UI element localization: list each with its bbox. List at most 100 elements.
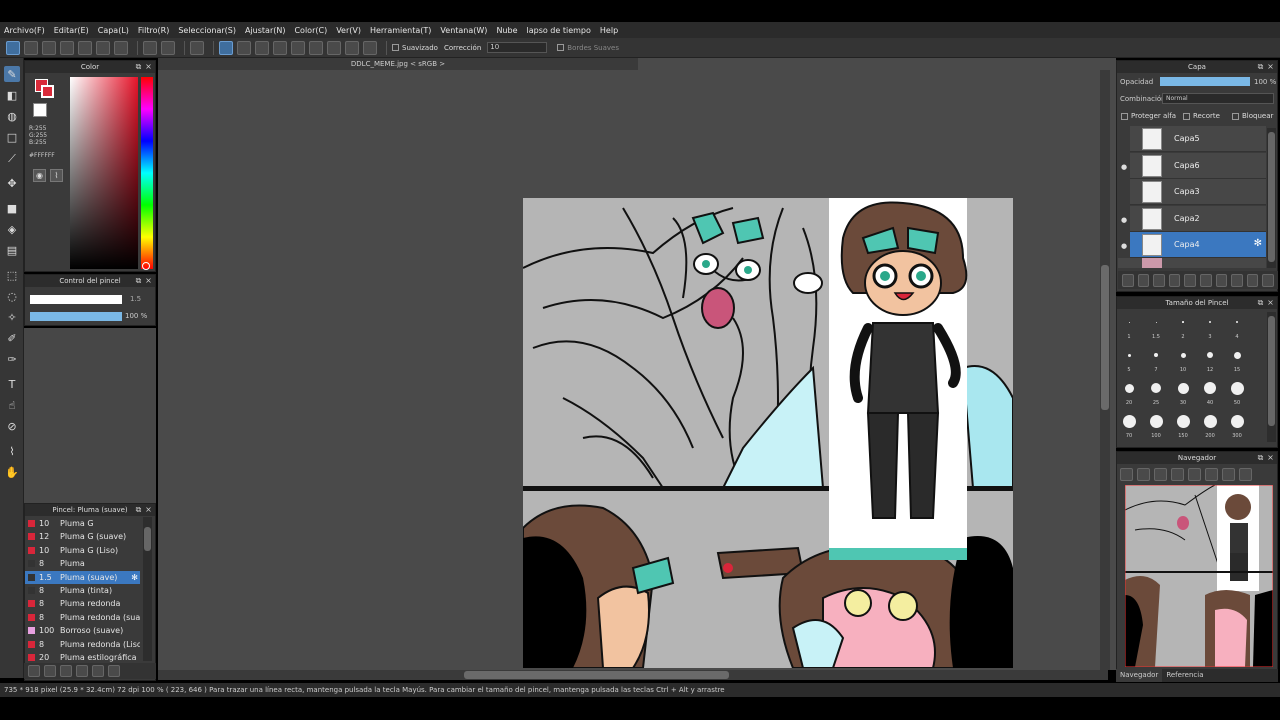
layer-row[interactable]: Capa2: [1130, 205, 1266, 232]
brush-list-item[interactable]: 10 Pluma G: [25, 517, 140, 530]
brush-size-dot[interactable]: [1233, 351, 1241, 359]
layers-icon[interactable]: [96, 40, 110, 55]
panel-close-icon[interactable]: ×: [1266, 62, 1275, 71]
hand-icon[interactable]: ✋: [4, 464, 20, 480]
rotate-right-icon[interactable]: [1222, 468, 1235, 481]
brush-list-item[interactable]: 8 Pluma redonda (suave: [25, 611, 140, 624]
gear-icon[interactable]: ✻: [131, 571, 138, 584]
vertical-scrollbar[interactable]: [1100, 70, 1110, 670]
tab-reference[interactable]: Referencia: [1162, 669, 1207, 682]
soft-edges-checkbox[interactable]: Bordes Suaves: [557, 44, 619, 52]
panel-close-icon[interactable]: ×: [144, 62, 153, 71]
protect-alpha-checkbox[interactable]: Proteger alfa: [1121, 112, 1176, 120]
operation-icon[interactable]: ☝: [4, 397, 20, 413]
brush-list-item[interactable]: 8 Pluma redonda: [25, 597, 140, 610]
select-eraser-icon[interactable]: ✑: [4, 351, 20, 367]
flip-icon[interactable]: [1239, 468, 1252, 481]
blend-mode-select[interactable]: Normal: [1162, 93, 1274, 104]
new-folder-icon[interactable]: [1199, 273, 1212, 287]
brush-size-scroll-thumb[interactable]: [1268, 316, 1275, 426]
move-icon[interactable]: ✥: [4, 175, 20, 191]
layer-visibility-icon[interactable]: ●: [1120, 163, 1128, 171]
gradient-icon[interactable]: ▤: [4, 242, 20, 258]
menu-color[interactable]: Color(C): [294, 26, 327, 35]
lasso-icon[interactable]: ◌: [4, 288, 20, 304]
menu-tool[interactable]: Herramienta(T): [370, 26, 431, 35]
panel-close-icon[interactable]: ×: [144, 505, 153, 514]
brush-size-dot[interactable]: [1128, 321, 1130, 323]
menu-help[interactable]: Help: [600, 26, 618, 35]
artwork-canvas[interactable]: [523, 198, 1013, 668]
correction-select[interactable]: 10: [487, 42, 548, 53]
panel-float-icon[interactable]: ⧉: [134, 276, 143, 285]
panel-float-icon[interactable]: ⧉: [134, 62, 143, 71]
brush-delete-icon[interactable]: [108, 665, 120, 677]
grid-snap-icon[interactable]: [273, 40, 287, 55]
menu-view[interactable]: Ver(V): [336, 26, 361, 35]
horizontal-scrollbar[interactable]: [158, 670, 1108, 680]
snap-off-icon[interactable]: [219, 40, 233, 55]
blur-icon[interactable]: ◍: [4, 108, 20, 124]
layer-clear-icon[interactable]: [1231, 273, 1243, 287]
new-layer-icon[interactable]: [1122, 273, 1134, 287]
circle-snap-icon[interactable]: [309, 40, 323, 55]
saturation-value-picker[interactable]: [70, 77, 138, 269]
brush-size-dot[interactable]: [1151, 383, 1161, 393]
pen-icon[interactable]: ✎: [4, 66, 20, 82]
export-icon[interactable]: [78, 40, 92, 55]
menu-cloud[interactable]: Nube: [496, 26, 517, 35]
redo-icon[interactable]: [161, 40, 175, 55]
menu-edit[interactable]: Editar(E): [54, 26, 89, 35]
brush-list-scroll-thumb[interactable]: [144, 527, 151, 551]
brush-size-dot[interactable]: [1180, 352, 1186, 358]
brush-list-item[interactable]: 8 Pluma redonda (Liso): [25, 638, 140, 651]
layer-visibility-icon[interactable]: ●: [1120, 242, 1128, 250]
cloud-icon[interactable]: [6, 40, 20, 55]
brush-size-dot[interactable]: [1127, 353, 1131, 357]
brush-size-dot[interactable]: [1149, 414, 1163, 428]
menu-file[interactable]: Archivo(F): [4, 26, 45, 35]
brush-size-dot[interactable]: [1122, 414, 1136, 428]
gear-icon[interactable]: ✻: [1254, 238, 1262, 249]
brush-size-dot[interactable]: [1230, 381, 1244, 395]
deselect-icon[interactable]: [190, 40, 204, 55]
curve-snap-icon[interactable]: [327, 40, 341, 55]
panel-float-icon[interactable]: ⧉: [1256, 453, 1265, 462]
layer-opacity-slider[interactable]: [1160, 77, 1250, 86]
brush-list-item[interactable]: 12 Pluma G (suave): [25, 530, 140, 543]
brush-copy-icon[interactable]: [76, 665, 88, 677]
select-icon[interactable]: ⬚: [4, 267, 20, 283]
shape-icon[interactable]: □: [4, 129, 20, 145]
vertical-scroll-thumb[interactable]: [1101, 265, 1109, 410]
brush-list-item[interactable]: 100 Borroso (suave): [25, 624, 140, 637]
save-icon[interactable]: [60, 40, 74, 55]
layer-row[interactable]: Capa6: [1130, 152, 1266, 179]
panel-close-icon[interactable]: ×: [144, 276, 153, 285]
radial-snap-icon[interactable]: [291, 40, 305, 55]
smooth-checkbox[interactable]: Suavizado: [392, 44, 438, 52]
brush-list-item[interactable]: 10 Pluma G (Liso): [25, 544, 140, 557]
brush-list-item[interactable]: 8 Pluma (tinta): [25, 584, 140, 597]
menu-adjust[interactable]: Ajustar(N): [245, 26, 286, 35]
snap-settings-icon[interactable]: [363, 40, 377, 55]
brush-size-dot[interactable]: [1176, 414, 1190, 428]
hue-handle[interactable]: [142, 262, 150, 270]
layer-visibility-icon[interactable]: [1120, 189, 1128, 197]
brush-size-dot[interactable]: [1204, 382, 1216, 394]
menu-select[interactable]: Seleccionar(S): [178, 26, 236, 35]
brush-size-dot[interactable]: [1177, 382, 1189, 394]
line-icon[interactable]: ⟋: [4, 150, 20, 166]
merge-layer-icon[interactable]: [1184, 273, 1196, 287]
brush-size-dot[interactable]: [1154, 353, 1158, 357]
menu-timelapse[interactable]: lapso de tiempo: [527, 26, 591, 35]
rotate-left-icon[interactable]: [1188, 468, 1201, 481]
duplicate-layer-icon[interactable]: [1168, 273, 1181, 287]
horizontal-scroll-thumb[interactable]: [464, 671, 729, 679]
brush-settings-icon[interactable]: [28, 665, 40, 677]
panel-float-icon[interactable]: ⧉: [134, 505, 143, 514]
panel-float-icon[interactable]: ⧉: [1256, 62, 1265, 71]
brush-add-icon[interactable]: [44, 665, 56, 677]
document-tab[interactable]: DDLC_MEME.jpg < sRGB >: [158, 58, 638, 70]
brush-size-dot[interactable]: [1182, 321, 1184, 323]
rotate-reset-icon[interactable]: [1205, 468, 1218, 481]
